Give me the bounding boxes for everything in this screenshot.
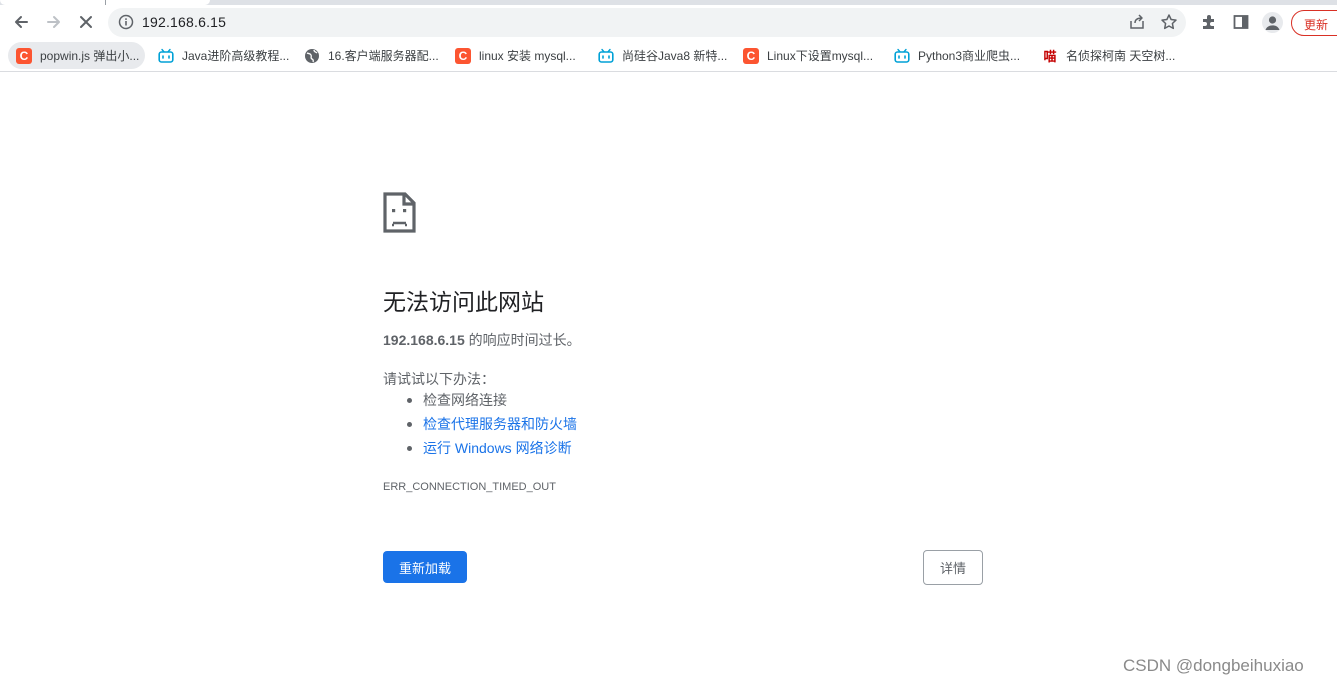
bookmark-label: 16.客户端服务器配... <box>328 49 439 63</box>
arrow-left-icon <box>15 16 28 28</box>
suggestions-heading: 请试试以下办法： <box>383 371 495 387</box>
sad-page-icon <box>383 192 416 233</box>
bookmark-label: Linux下设置mysql... <box>767 49 874 63</box>
bookmark-item[interactable]: C Linux下设置mysql... <box>735 42 879 69</box>
bookmark-label: 尚硅谷Java8 新特... <box>622 49 728 63</box>
bookmark-item[interactable]: C linux 安装 mysql... <box>447 42 582 69</box>
globe-icon <box>304 48 320 64</box>
bookmark-label: linux 安装 mysql... <box>479 49 576 63</box>
page-title: 无法访问此网站 <box>383 289 544 315</box>
suggestion-item: 检查网络连接 <box>405 392 577 416</box>
csdn-favicon: C <box>16 47 32 64</box>
bookmark-label: popwin.js 弹出小... <box>40 49 140 63</box>
csdn-favicon: C <box>743 47 759 64</box>
error-code: ERR_CONNECTION_TIMED_OUT <box>383 481 556 493</box>
bookmark-item[interactable]: C popwin.js 弹出小... <box>8 42 146 69</box>
back-button[interactable] <box>7 8 35 36</box>
bookmark-label: Python3商业爬虫... <box>918 49 1021 63</box>
address-bar[interactable]: 192.168.6.15 <box>108 8 1186 37</box>
suggestion-link-diagnostics[interactable]: 运行 Windows 网络诊断 <box>405 440 577 464</box>
stop-loading-button[interactable] <box>72 8 100 36</box>
url-text[interactable]: 192.168.6.15 <box>142 14 226 30</box>
bookmark-item[interactable]: 16.客户端服务器配... <box>296 42 445 69</box>
info-icon[interactable] <box>118 14 134 30</box>
reload-button[interactable]: 重新加载 <box>383 551 467 583</box>
close-icon <box>80 16 92 28</box>
bookmark-label: Java进阶高级教程... <box>182 49 290 63</box>
bookmark-item[interactable]: 尚硅谷Java8 新特... <box>590 42 733 69</box>
error-summary: 192.168.6.15 的响应时间过长。 <box>383 330 581 350</box>
details-button[interactable]: 详情 <box>923 550 983 585</box>
bookmark-label: 名侦探柯南 天空树... <box>1066 49 1176 63</box>
bookmark-item[interactable]: Python3商业爬虫... <box>886 42 1026 69</box>
bilibili-favicon <box>158 48 174 64</box>
share-icon[interactable] <box>1128 13 1146 31</box>
suggestions-list: 检查网络连接 检查代理服务器和防火墙 运行 Windows 网络诊断 <box>405 392 577 464</box>
miao-favicon: 喵 <box>1043 49 1057 64</box>
watermark: CSDN @dongbeihuxiao <box>1123 656 1304 675</box>
csdn-favicon: C <box>455 47 471 64</box>
star-icon[interactable] <box>1160 13 1178 31</box>
arrow-right-icon <box>47 16 60 28</box>
bookmark-item[interactable]: 喵 名侦探柯南 天空树... <box>1034 42 1181 69</box>
bilibili-favicon <box>598 48 614 64</box>
error-host: 192.168.6.15 <box>383 332 465 348</box>
side-panel-icon[interactable] <box>1232 13 1250 31</box>
profile-avatar[interactable] <box>1262 12 1283 33</box>
person-icon <box>1265 16 1280 30</box>
error-summary-text: 的响应时间过长。 <box>464 332 581 348</box>
update-button[interactable]: 更新 <box>1291 10 1337 36</box>
browser-toolbar: 192.168.6.15 更新 <box>0 5 1337 40</box>
extensions-icon[interactable] <box>1200 13 1218 31</box>
bilibili-favicon <box>894 48 910 64</box>
suggestion-link-proxy[interactable]: 检查代理服务器和防火墙 <box>405 416 577 440</box>
bookmarks-bar: C popwin.js 弹出小... Java进阶高级教程... 16.客户端服… <box>0 40 1337 72</box>
bookmark-item[interactable]: Java进阶高级教程... <box>150 42 295 69</box>
forward-button[interactable] <box>40 8 68 36</box>
